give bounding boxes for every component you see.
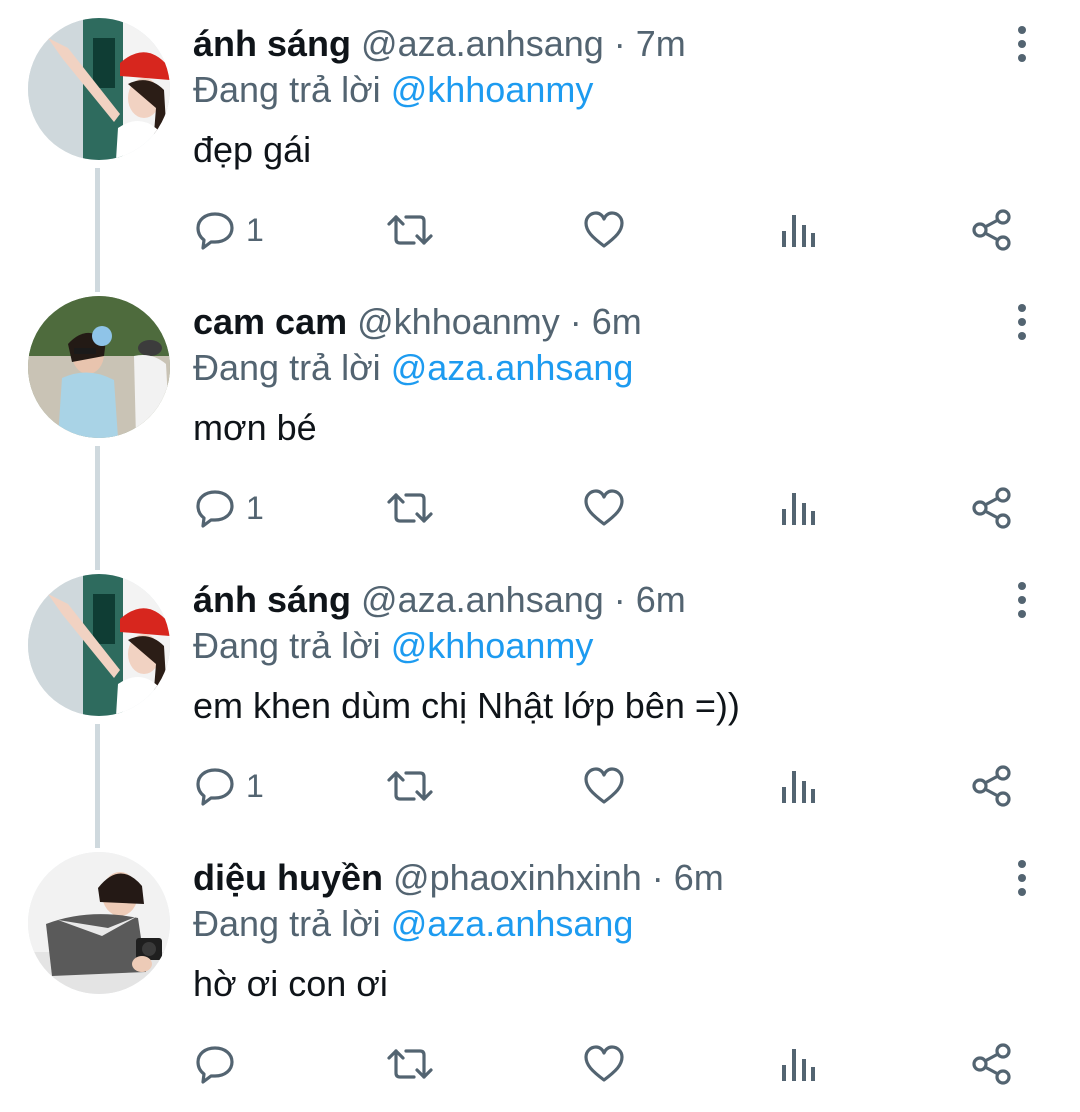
replying-to: Đang trả lời @aza.anhsang: [193, 902, 633, 946]
like-button[interactable]: [582, 483, 626, 533]
views-button[interactable]: [778, 1039, 818, 1089]
more-options-button[interactable]: [1004, 24, 1040, 64]
handle[interactable]: @aza.anhsang: [361, 579, 604, 620]
reply-icon: [196, 768, 234, 806]
timestamp[interactable]: · 6m: [570, 301, 642, 342]
more-vertical-icon: [1018, 304, 1026, 340]
retweet-icon: [387, 493, 433, 523]
like-button[interactable]: [582, 1039, 626, 1089]
tweet-text: em khen dùm chị Nhật lớp bên =)): [193, 685, 740, 726]
handle[interactable]: @aza.anhsang: [361, 23, 604, 64]
display-name[interactable]: ánh sáng: [193, 23, 351, 64]
reply-icon: [196, 1046, 234, 1084]
tweet-header: diệu huyền @phaoxinhxinh · 6m: [193, 856, 724, 900]
tweet[interactable]: diệu huyền @phaoxinhxinh · 6m Đang trả l…: [0, 834, 1080, 1112]
reply-icon: [196, 490, 234, 528]
retweet-icon: [387, 771, 433, 801]
timestamp[interactable]: · 6m: [652, 857, 724, 898]
views-icon: [782, 771, 815, 803]
replying-to-label: Đang trả lời: [193, 347, 381, 388]
reply-button[interactable]: 1: [194, 205, 264, 255]
tweet-actions: [190, 1039, 1030, 1089]
retweet-button[interactable]: [386, 205, 434, 255]
reply-button[interactable]: 1: [194, 483, 264, 533]
display-name[interactable]: ánh sáng: [193, 579, 351, 620]
replying-to-label: Đang trả lời: [193, 69, 381, 110]
share-button[interactable]: [970, 761, 1014, 811]
views-icon: [782, 1049, 815, 1081]
tweet-header: cam cam @khhoanmy · 6m: [193, 300, 642, 344]
share-button[interactable]: [970, 483, 1014, 533]
reply-count: 1: [246, 490, 264, 526]
girl-red-cap-photo: [28, 574, 170, 716]
avatar[interactable]: [28, 18, 170, 160]
share-button[interactable]: [970, 205, 1014, 255]
retweet-button[interactable]: [386, 483, 434, 533]
avatar[interactable]: [28, 574, 170, 716]
girl-red-cap-photo: [28, 18, 170, 160]
share-icon: [972, 209, 1011, 251]
display-name[interactable]: cam cam: [193, 301, 347, 342]
share-icon: [972, 765, 1011, 807]
reply-button[interactable]: 1: [194, 761, 264, 811]
girl-camera-photo: [28, 852, 170, 994]
tweet-header: ánh sáng @aza.anhsang · 6m: [193, 578, 686, 622]
retweet-icon: [387, 1049, 433, 1079]
heart-icon: [584, 1045, 624, 1082]
handle[interactable]: @khhoanmy: [357, 301, 560, 342]
tweet-text: đẹp gái: [193, 129, 312, 170]
tweet-text: mơn bé: [193, 407, 317, 448]
mention-link[interactable]: @khhoanmy: [391, 69, 594, 110]
heart-icon: [584, 211, 624, 248]
handle[interactable]: @phaoxinhxinh: [393, 857, 642, 898]
more-vertical-icon: [1018, 860, 1026, 896]
reply-icon: [196, 212, 234, 250]
replying-to: Đang trả lời @khhoanmy: [193, 624, 593, 668]
retweet-icon: [387, 215, 433, 245]
girl-blue-scrunchie-photo: [28, 296, 170, 438]
tweet[interactable]: ánh sáng @aza.anhsang · 6m Đang trả lời …: [0, 556, 1080, 834]
mention-link[interactable]: @aza.anhsang: [391, 347, 634, 388]
replying-to-label: Đang trả lời: [193, 903, 381, 944]
tweet-actions: 1: [190, 205, 1030, 255]
mention-link[interactable]: @khhoanmy: [391, 625, 594, 666]
tweet-text: hờ ơi con ơi: [193, 963, 388, 1004]
heart-icon: [584, 767, 624, 804]
tweet-header: ánh sáng @aza.anhsang · 7m: [193, 22, 686, 66]
replying-to: Đang trả lời @aza.anhsang: [193, 346, 633, 390]
views-icon: [782, 493, 815, 525]
more-options-button[interactable]: [1004, 302, 1040, 342]
share-button[interactable]: [970, 1039, 1014, 1089]
reply-button[interactable]: [194, 1039, 246, 1089]
retweet-button[interactable]: [386, 761, 434, 811]
like-button[interactable]: [582, 205, 626, 255]
mention-link[interactable]: @aza.anhsang: [391, 903, 634, 944]
views-button[interactable]: [778, 761, 818, 811]
views-icon: [782, 215, 815, 247]
reply-count: 1: [246, 212, 264, 248]
more-vertical-icon: [1018, 582, 1026, 618]
more-vertical-icon: [1018, 26, 1026, 62]
tweet-actions: 1: [190, 483, 1030, 533]
tweet[interactable]: cam cam @khhoanmy · 6m Đang trả lời @aza…: [0, 278, 1080, 556]
heart-icon: [584, 489, 624, 526]
views-button[interactable]: [778, 483, 818, 533]
avatar[interactable]: [28, 852, 170, 994]
share-icon: [972, 487, 1011, 529]
avatar[interactable]: [28, 296, 170, 438]
reply-count: 1: [246, 768, 264, 804]
timestamp[interactable]: · 7m: [614, 23, 686, 64]
display-name[interactable]: diệu huyền: [193, 857, 383, 898]
more-options-button[interactable]: [1004, 580, 1040, 620]
timestamp[interactable]: · 6m: [614, 579, 686, 620]
more-options-button[interactable]: [1004, 858, 1040, 898]
tweet-actions: 1: [190, 761, 1030, 811]
retweet-button[interactable]: [386, 1039, 434, 1089]
views-button[interactable]: [778, 205, 818, 255]
replying-to: Đang trả lời @khhoanmy: [193, 68, 593, 112]
share-icon: [972, 1043, 1011, 1085]
tweet[interactable]: ánh sáng @aza.anhsang · 7m Đang trả lời …: [0, 0, 1080, 278]
replying-to-label: Đang trả lời: [193, 625, 381, 666]
like-button[interactable]: [582, 761, 626, 811]
